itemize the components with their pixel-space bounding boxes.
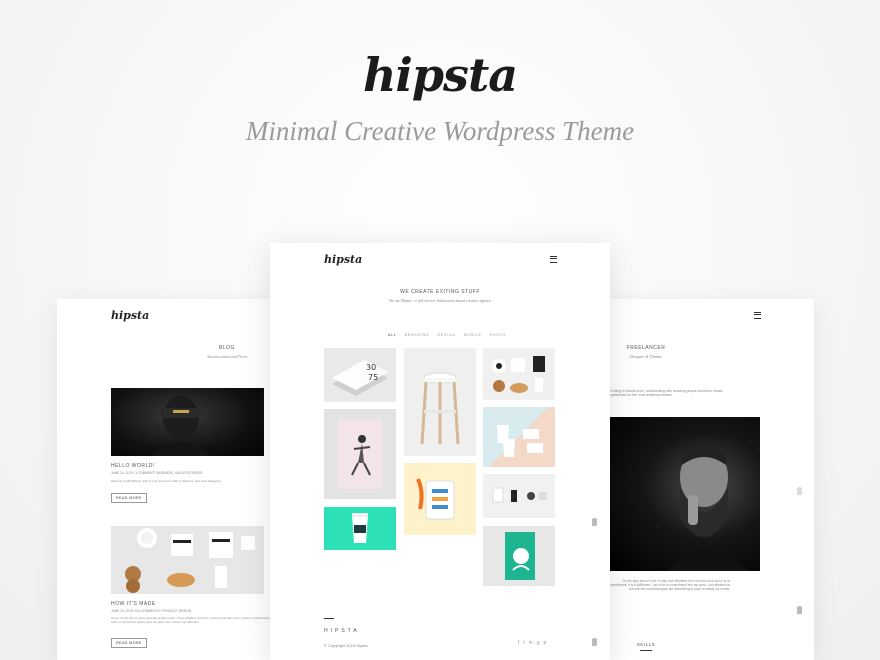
filter-all[interactable]: ALL xyxy=(388,333,397,337)
about-body: Do the right kind of error. It may look … xyxy=(609,579,730,591)
svg-text:75: 75 xyxy=(368,373,378,382)
post-title[interactable]: HOW IT'S MADE xyxy=(111,601,156,607)
hands-silhouette-icon xyxy=(151,396,211,456)
bearded-man-silhouette-icon xyxy=(668,446,748,571)
post-meta: JUNE 24, 2015 / 1 COMMENT / BUSINESS, UN… xyxy=(111,471,203,475)
portfolio-item-cups[interactable] xyxy=(483,407,555,467)
menu-icon[interactable] xyxy=(754,312,761,319)
pinterest-icon[interactable]: p xyxy=(543,640,546,646)
portfolio-subline: We are Hipsta - a full-service Indonesia… xyxy=(388,298,492,303)
side-user-icon[interactable] xyxy=(592,518,597,526)
post-meta: JUNE 24, 2015 / NO COMMENTS / PRODUCT DE… xyxy=(111,609,191,613)
blog-card-logo[interactable]: hipsta xyxy=(111,309,149,322)
blog-preview-card: hipsta BLOG Announcement and News HELLO … xyxy=(57,299,293,660)
about-section-title: FREELANCER xyxy=(626,345,666,351)
side-user-icon[interactable] xyxy=(797,487,802,495)
hero-tagline: Minimal Creative Wordpress Theme xyxy=(245,116,635,146)
portfolio-item-sardine[interactable] xyxy=(404,463,476,535)
twitter-icon[interactable]: t xyxy=(523,640,524,646)
coffee-cup-icon xyxy=(352,513,368,543)
skills-label: SKILLS xyxy=(636,642,656,647)
read-more-button[interactable]: READ MORE xyxy=(111,493,147,503)
post-image-hands[interactable] xyxy=(111,388,264,456)
post-excerpt: Donec id elit non mi porta gravida at eg… xyxy=(111,616,270,624)
filter-design[interactable]: DESIGN xyxy=(438,333,456,337)
blog-section-subtitle: Announcement and News xyxy=(206,354,248,359)
about-intro: I'm living in Banda Aceh, collaborating … xyxy=(608,389,723,397)
dancer-poster-icon xyxy=(338,419,382,489)
hero-logo: hipsta xyxy=(362,48,518,102)
portfolio-item-desk[interactable] xyxy=(483,474,555,518)
google-plus-icon[interactable]: g xyxy=(537,640,540,646)
footer-copyright: © Copyright 2015 Hipsta xyxy=(324,643,368,648)
portfolio-item-cup-teal[interactable] xyxy=(324,507,396,550)
portfolio-item-poster-green[interactable] xyxy=(483,526,555,586)
portfolio-headline: WE CREATE EXITING STUFF xyxy=(400,289,480,295)
read-more-button[interactable]: READ MORE xyxy=(111,638,147,648)
post-image-coffee[interactable] xyxy=(111,526,264,594)
svg-text:30: 30 xyxy=(366,363,376,372)
portrait-image xyxy=(608,417,760,571)
filter-branding[interactable]: BRANDING xyxy=(405,333,430,337)
stool-icon xyxy=(420,372,460,445)
blog-section-title: BLOG xyxy=(219,345,235,351)
footer-divider xyxy=(324,618,334,619)
calendar-book-icon: 30 75 xyxy=(332,360,388,396)
desk-items-icon xyxy=(492,487,547,503)
portfolio-preview-card: hipsta WE CREATE EXITING STUFF We are Hi… xyxy=(270,243,610,660)
about-section-subtitle: Designer & Thinker xyxy=(629,354,663,359)
branding-mockup-icon xyxy=(492,356,545,393)
about-preview-card: FREELANCER Designer & Thinker I'm living… xyxy=(596,299,814,660)
portfolio-item-branding[interactable] xyxy=(483,348,555,400)
social-links: f t in g p xyxy=(518,640,546,646)
coffee-flatlay-icon xyxy=(125,528,255,593)
linkedin-icon[interactable]: in xyxy=(529,640,533,646)
post-title[interactable]: HELLO WORLD! xyxy=(111,463,155,469)
white-cups-icon xyxy=(497,425,543,457)
footer-logo: HIPSTA xyxy=(324,628,360,634)
portfolio-item-stool[interactable] xyxy=(404,348,476,456)
side-user-icon[interactable] xyxy=(797,606,802,614)
sardine-can-icon xyxy=(416,478,455,520)
green-poster-icon xyxy=(505,532,535,580)
skills-underline xyxy=(640,650,652,651)
side-user-icon[interactable] xyxy=(592,638,597,646)
portfolio-filter-bar: ALL BRANDING DESIGN MOBILE PHOTO xyxy=(388,333,508,337)
facebook-icon[interactable]: f xyxy=(518,640,519,646)
menu-icon[interactable] xyxy=(550,256,557,263)
portfolio-item-book[interactable]: 30 75 xyxy=(324,348,396,402)
filter-mobile[interactable]: MOBILE xyxy=(464,333,482,337)
portfolio-item-dancer[interactable] xyxy=(324,409,396,499)
filter-photo[interactable]: PHOTO xyxy=(490,333,506,337)
post-excerpt: Welcome to WordPress. This is your first… xyxy=(111,479,221,483)
portfolio-card-logo[interactable]: hipsta xyxy=(324,253,362,266)
